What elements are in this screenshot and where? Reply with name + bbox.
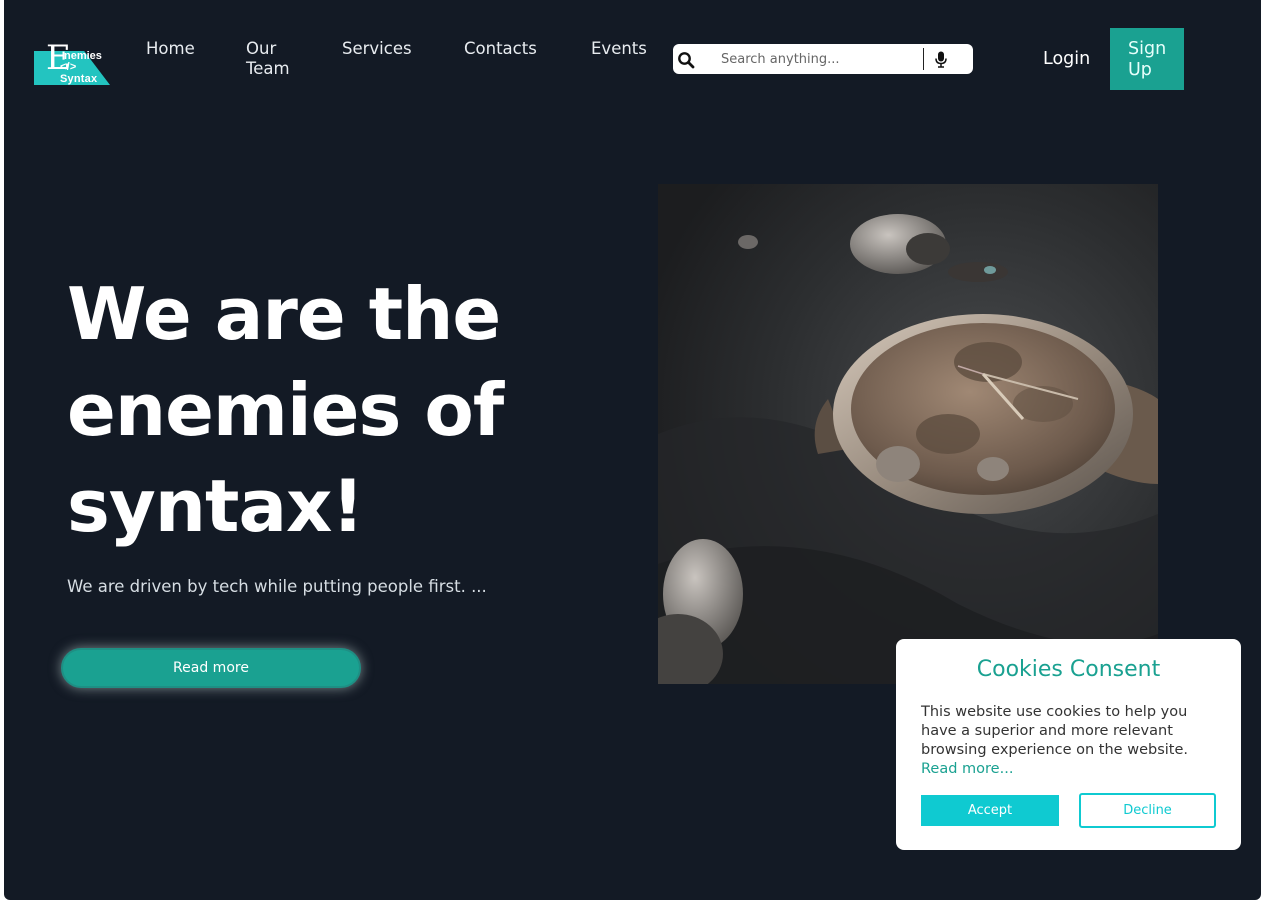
wristwatch-photo: [658, 184, 1158, 684]
signup-button[interactable]: Sign Up: [1110, 28, 1184, 90]
page-frame: E nemies </> Syntax Home Our Team Servic…: [4, 0, 1261, 900]
read-more-button[interactable]: Read more: [61, 648, 361, 688]
nav-events[interactable]: Events: [591, 39, 647, 59]
nav-services[interactable]: Services: [342, 39, 412, 59]
cookie-message: This website use cookies to help you hav…: [921, 704, 1188, 758]
cookie-message-block: This website use cookies to help you hav…: [921, 703, 1221, 779]
brand-logo[interactable]: E nemies </> Syntax: [34, 41, 114, 86]
hero-title: We are the enemies of syntax!: [67, 272, 504, 548]
hero-image: [658, 184, 1158, 684]
search-divider: [923, 48, 924, 70]
nav-home[interactable]: Home: [146, 39, 195, 59]
search-icon[interactable]: [677, 51, 695, 69]
logo-word-bottom: </> Syntax: [60, 61, 98, 85]
hero-subtitle: We are driven by tech while putting peop…: [67, 577, 487, 596]
search-input[interactable]: [721, 48, 917, 70]
cookie-read-more-link[interactable]: Read more...: [921, 761, 1013, 777]
login-link[interactable]: Login: [1043, 49, 1090, 69]
cookie-decline-button[interactable]: Decline: [1079, 793, 1216, 828]
search-bar: [673, 44, 973, 74]
cookie-accept-button[interactable]: Accept: [921, 795, 1059, 826]
cookie-title: Cookies Consent: [976, 657, 1161, 682]
nav-contacts[interactable]: Contacts: [464, 39, 537, 59]
nav-our-team[interactable]: Our Team: [246, 39, 302, 79]
microphone-icon[interactable]: [933, 51, 949, 68]
cookie-consent-dialog: Cookies Consent This website use cookies…: [896, 639, 1241, 850]
